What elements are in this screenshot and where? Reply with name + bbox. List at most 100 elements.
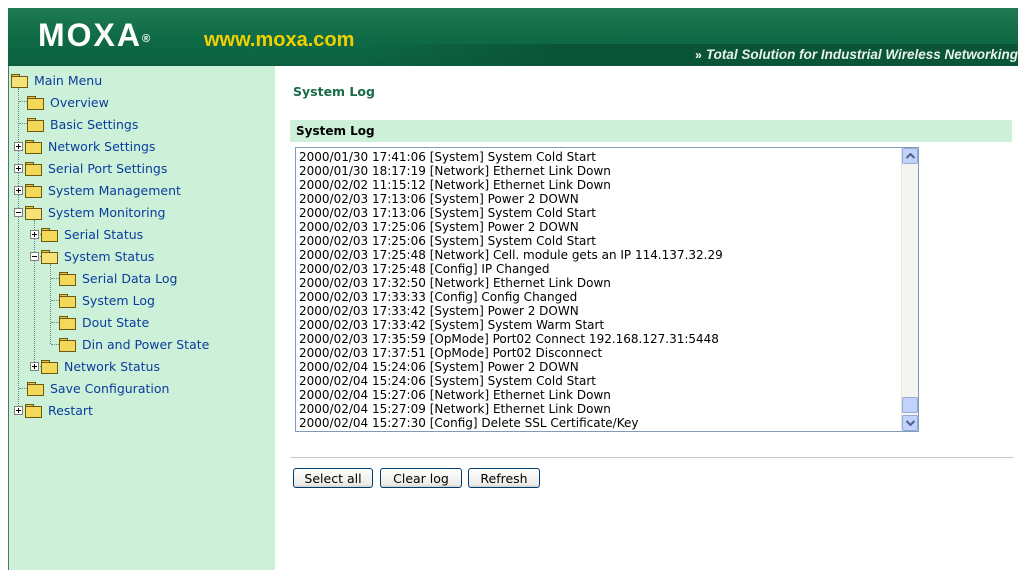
log-line: 2000/02/03 17:25:06 [System] Power 2 DOW… xyxy=(299,220,579,234)
log-line: 2000/02/03 17:25:06 [System] System Cold… xyxy=(299,234,596,248)
log-line: 2000/01/30 18:17:19 [Network] Ethernet L… xyxy=(299,164,611,178)
sidebar-item-network-status[interactable]: Network Status xyxy=(30,357,160,375)
folder-icon xyxy=(25,139,42,154)
sidebar-item-dout-state[interactable]: Dout State xyxy=(59,313,149,331)
expand-plus-icon[interactable] xyxy=(14,405,23,415)
sidebar-item-save-configuration[interactable]: Save Configuration xyxy=(27,379,169,397)
tree-guide-line xyxy=(50,264,51,344)
log-line: 2000/02/03 17:37:51 [OpMode] Port02 Disc… xyxy=(299,346,603,360)
open-folder-icon xyxy=(25,205,42,220)
expand-plus-icon[interactable] xyxy=(30,361,39,371)
expand-plus-icon[interactable] xyxy=(14,185,23,195)
folder-icon xyxy=(41,227,58,242)
page-title: System Log xyxy=(293,84,375,99)
section-header: System Log xyxy=(290,120,1012,142)
sidebar-item-overview[interactable]: Overview xyxy=(27,93,109,111)
tree-guide-branch xyxy=(19,101,27,102)
folder-icon xyxy=(59,271,76,286)
sidebar-item-label: System Management xyxy=(48,182,181,198)
log-line: 2000/02/03 17:13:06 [System] System Cold… xyxy=(299,206,596,220)
scroll-thumb[interactable] xyxy=(902,397,918,413)
folder-icon xyxy=(25,161,42,176)
page-header: MOXA® www.moxa.com » Total Solution for I… xyxy=(8,8,1018,66)
sidebar-item-label: Save Configuration xyxy=(50,380,170,396)
sidebar-item-serial-status[interactable]: Serial Status xyxy=(30,225,143,243)
sidebar-item-label: Dout State xyxy=(82,314,150,330)
sidebar-item-system-management[interactable]: System Management xyxy=(14,181,181,199)
folder-icon xyxy=(41,359,58,374)
sidebar-item-label: Restart xyxy=(48,402,93,418)
log-line: 2000/02/04 15:27:09 [Network] Ethernet L… xyxy=(299,402,611,416)
open-folder-icon xyxy=(11,73,28,88)
sidebar-item-system-status[interactable]: System Status xyxy=(30,247,154,265)
sidebar-item-label: Overview xyxy=(50,94,109,110)
sidebar-item-basic-settings[interactable]: Basic Settings xyxy=(27,115,138,133)
tagline-text: Total Solution for Industrial Wireless N… xyxy=(705,47,1018,62)
sidebar-item-label: Basic Settings xyxy=(50,116,139,132)
sidebar-item-restart[interactable]: Restart xyxy=(14,401,93,419)
log-line: 2000/02/03 17:25:48 [Network] Cell. modu… xyxy=(299,248,723,262)
log-line: 2000/02/02 11:15:12 [Network] Ethernet L… xyxy=(299,178,611,192)
select-all-button[interactable]: Select all xyxy=(293,468,373,488)
tree-guide-branch xyxy=(19,123,27,124)
expand-plus-icon[interactable] xyxy=(30,229,39,239)
tagline: » Total Solution for Industrial Wireless … xyxy=(695,46,1018,64)
tree-guide-branch xyxy=(51,344,59,345)
chevron-up-icon xyxy=(905,153,915,159)
folder-icon xyxy=(25,183,42,198)
sidebar-item-serial-data-log[interactable]: Serial Data Log xyxy=(59,269,178,287)
log-lines: 2000/01/30 17:41:06 [System] System Cold… xyxy=(299,150,899,430)
refresh-button[interactable]: Refresh xyxy=(468,468,540,488)
log-line: 2000/02/03 17:35:59 [OpMode] Port02 Conn… xyxy=(299,332,719,346)
open-folder-icon xyxy=(41,249,58,264)
double-chevron-icon: » xyxy=(695,48,702,62)
tree-guide-branch xyxy=(51,278,59,279)
log-line: 2000/01/30 17:41:06 [System] System Cold… xyxy=(299,150,596,164)
log-line: 2000/02/03 17:33:42 [System] System Warm… xyxy=(299,318,605,332)
divider xyxy=(290,457,1014,459)
sidebar-item-label: Serial Port Settings xyxy=(48,160,168,176)
sidebar-item-din-and-power-state[interactable]: Din and Power State xyxy=(59,335,209,353)
folder-icon xyxy=(59,315,76,330)
sidebar-item-network-settings[interactable]: Network Settings xyxy=(14,137,155,155)
vertical-scrollbar[interactable] xyxy=(901,148,918,431)
folder-icon xyxy=(59,337,76,352)
sidebar-item-label: System Log xyxy=(82,292,155,308)
clear-log-button[interactable]: Clear log xyxy=(380,468,462,488)
log-line: 2000/02/03 17:32:50 [Network] Ethernet L… xyxy=(299,276,611,290)
log-line: 2000/02/04 15:24:06 [System] Power 2 DOW… xyxy=(299,360,579,374)
sidebar-tree-menu: Main Menu Overview Basic Settings Networ… xyxy=(8,66,275,570)
moxa-logo: MOXA® xyxy=(38,18,150,52)
collapse-minus-icon[interactable] xyxy=(14,207,23,217)
log-line: 2000/02/04 15:27:30 [Config] Delete SSL … xyxy=(299,416,639,430)
log-line: 2000/02/03 17:13:06 [System] Power 2 DOW… xyxy=(299,192,579,206)
log-line: 2000/02/03 17:33:33 [Config] Config Chan… xyxy=(299,290,578,304)
sidebar-item-label: Network Status xyxy=(64,358,160,374)
expand-plus-icon[interactable] xyxy=(14,141,23,151)
section-title: System Log xyxy=(296,124,375,138)
log-line: 2000/02/04 15:24:06 [System] System Cold… xyxy=(299,374,596,388)
sidebar-item-main-menu[interactable]: Main Menu xyxy=(11,71,102,89)
chevron-down-icon xyxy=(905,420,915,426)
system-log-textarea[interactable]: 2000/01/30 17:41:06 [System] System Cold… xyxy=(295,147,919,432)
sidebar-item-system-monitoring[interactable]: System Monitoring xyxy=(14,203,165,221)
sidebar-item-system-log[interactable]: System Log xyxy=(59,291,155,309)
sidebar-item-label: Main Menu xyxy=(34,72,103,88)
expand-plus-icon[interactable] xyxy=(14,163,23,173)
registered-mark: ® xyxy=(142,33,151,45)
sidebar-item-label: Network Settings xyxy=(48,138,156,154)
sidebar-item-label: Din and Power State xyxy=(82,336,210,352)
sidebar-item-serial-port-settings[interactable]: Serial Port Settings xyxy=(14,159,167,177)
folder-icon xyxy=(27,95,44,110)
sidebar-item-label: System Monitoring xyxy=(48,204,166,220)
scroll-down-button[interactable] xyxy=(902,415,918,431)
collapse-minus-icon[interactable] xyxy=(30,251,39,261)
folder-icon xyxy=(27,117,44,132)
sidebar-item-label: System Status xyxy=(64,248,155,264)
folder-icon xyxy=(59,293,76,308)
log-line: 2000/02/04 15:27:06 [Network] Ethernet L… xyxy=(299,388,611,402)
scroll-up-button[interactable] xyxy=(902,148,918,164)
sidebar-item-label: Serial Status xyxy=(64,226,144,242)
tree-guide-branch xyxy=(51,300,59,301)
site-url-link[interactable]: www.moxa.com xyxy=(204,28,354,52)
